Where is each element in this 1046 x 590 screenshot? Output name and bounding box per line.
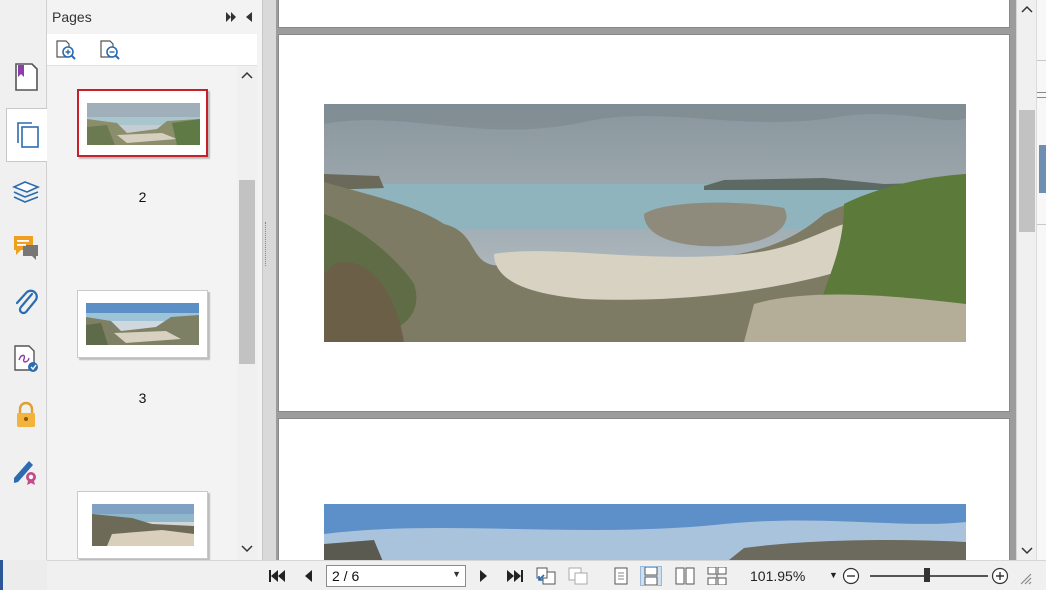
edge-divider	[1037, 60, 1046, 61]
chevron-down-icon[interactable]	[1021, 546, 1033, 556]
bookmark-icon	[15, 63, 38, 91]
zoom-in-page-icon	[56, 40, 76, 60]
page-thumbnail[interactable]	[77, 491, 208, 559]
pages-button[interactable]	[6, 108, 48, 162]
chevron-up-icon[interactable]	[1021, 4, 1033, 14]
continuous-page-icon	[644, 567, 658, 585]
security-icon	[17, 401, 35, 427]
comments-icon	[14, 236, 38, 260]
reduce-thumbnails-button[interactable]	[99, 39, 121, 66]
single-page-view-button[interactable]	[610, 566, 632, 586]
security-button[interactable]	[6, 388, 46, 442]
document-scrollbar-thumb[interactable]	[1019, 110, 1035, 232]
triangle-right-icon	[480, 570, 487, 582]
dropdown-arrow-icon[interactable]: ▼	[452, 569, 461, 579]
document-view[interactable]	[276, 0, 1016, 560]
zoom-dropdown-arrow-icon[interactable]: ▼	[829, 570, 838, 580]
next-view-icon	[568, 567, 588, 585]
pages-panel-header: Pages	[47, 0, 262, 34]
plus-circle-icon	[991, 567, 1009, 585]
next-view-button[interactable]	[567, 566, 589, 586]
comments-button[interactable]	[6, 220, 46, 274]
zoom-in-button[interactable]	[989, 566, 1011, 586]
edge-thumbnail	[1039, 145, 1046, 193]
pages-panel-toolbar	[47, 34, 257, 66]
thumbnail-coast-image	[87, 103, 200, 145]
document-vertical-scrollbar[interactable]	[1016, 0, 1036, 560]
previous-page-button[interactable]	[297, 566, 319, 586]
last-page-button[interactable]	[504, 566, 526, 586]
sign-certify-icon	[14, 461, 36, 485]
enlarge-thumbnails-button[interactable]	[55, 39, 77, 66]
page-number-value: 2 / 6	[332, 568, 360, 584]
signatures-button[interactable]	[6, 332, 46, 386]
continuous-facing-icon	[707, 567, 727, 585]
pages-panel-title: Pages	[52, 9, 92, 25]
panorama-coast-image	[324, 504, 966, 560]
pages-panel: Pages 2 3	[47, 0, 262, 560]
double-chevron-right-icon	[226, 12, 236, 22]
bookmarks-button[interactable]	[6, 50, 46, 104]
previous-view-button[interactable]	[535, 566, 557, 586]
attachments-button[interactable]	[6, 276, 46, 330]
document-page-current	[278, 34, 1010, 412]
previous-view-icon	[536, 567, 556, 585]
thumbnail-scrollbar[interactable]	[237, 66, 257, 560]
first-page-button[interactable]	[266, 566, 288, 586]
continuous-view-button[interactable]	[640, 566, 662, 586]
collapse-panel-button[interactable]	[244, 10, 254, 28]
signature-icon	[14, 345, 38, 372]
page-thumbnail[interactable]	[77, 89, 208, 157]
triangle-left-icon	[305, 570, 312, 582]
last-page-icon	[507, 570, 523, 582]
zoom-out-button[interactable]	[840, 566, 862, 586]
facing-view-button[interactable]	[674, 566, 696, 586]
edge-handle	[1037, 92, 1046, 98]
thumbnail-scrollbar-thumb[interactable]	[239, 180, 255, 364]
chevron-up-icon[interactable]	[241, 70, 253, 80]
zoom-level[interactable]: 101.95%	[750, 568, 805, 584]
layers-icon	[11, 181, 41, 203]
thumbnail-page-number: 2	[138, 189, 147, 205]
single-page-icon	[614, 567, 628, 585]
next-page-button[interactable]	[473, 566, 495, 586]
splitter-grip[interactable]	[265, 222, 268, 266]
layers-button[interactable]	[6, 164, 46, 218]
pages-icon	[16, 122, 39, 148]
panel-splitter[interactable]	[262, 0, 276, 560]
chevron-down-icon[interactable]	[241, 544, 253, 554]
document-page-next	[278, 418, 1010, 560]
adjacent-window-edge	[1036, 0, 1046, 560]
panorama-coast-image	[324, 104, 966, 342]
page-thumbnail[interactable]	[77, 290, 208, 358]
minus-circle-icon	[842, 567, 860, 585]
navigation-rail	[0, 0, 48, 560]
document-page-previous	[278, 0, 1010, 28]
page-number-field[interactable]: 2 / 6 ▼	[326, 565, 466, 587]
sign-certify-button[interactable]	[6, 444, 46, 498]
status-bar: 2 / 6 ▼ 101.95% ▼	[47, 560, 1046, 590]
expand-panel-button[interactable]	[225, 10, 237, 28]
continuous-facing-view-button[interactable]	[706, 566, 728, 586]
edge-divider	[1037, 224, 1046, 225]
triangle-left-icon	[246, 12, 252, 22]
first-page-icon	[269, 570, 285, 582]
attachments-icon	[15, 289, 38, 315]
zoom-slider-handle[interactable]	[924, 568, 930, 582]
thumbnail-coast-image	[92, 504, 194, 546]
thumbnail-coast-image	[86, 303, 199, 345]
facing-pages-icon	[675, 567, 695, 585]
zoom-out-page-icon	[100, 40, 120, 60]
resize-grip-icon[interactable]	[1018, 571, 1032, 590]
thumbnail-page-number: 3	[138, 390, 147, 406]
thumbnail-list: 2 3 4	[47, 66, 237, 560]
